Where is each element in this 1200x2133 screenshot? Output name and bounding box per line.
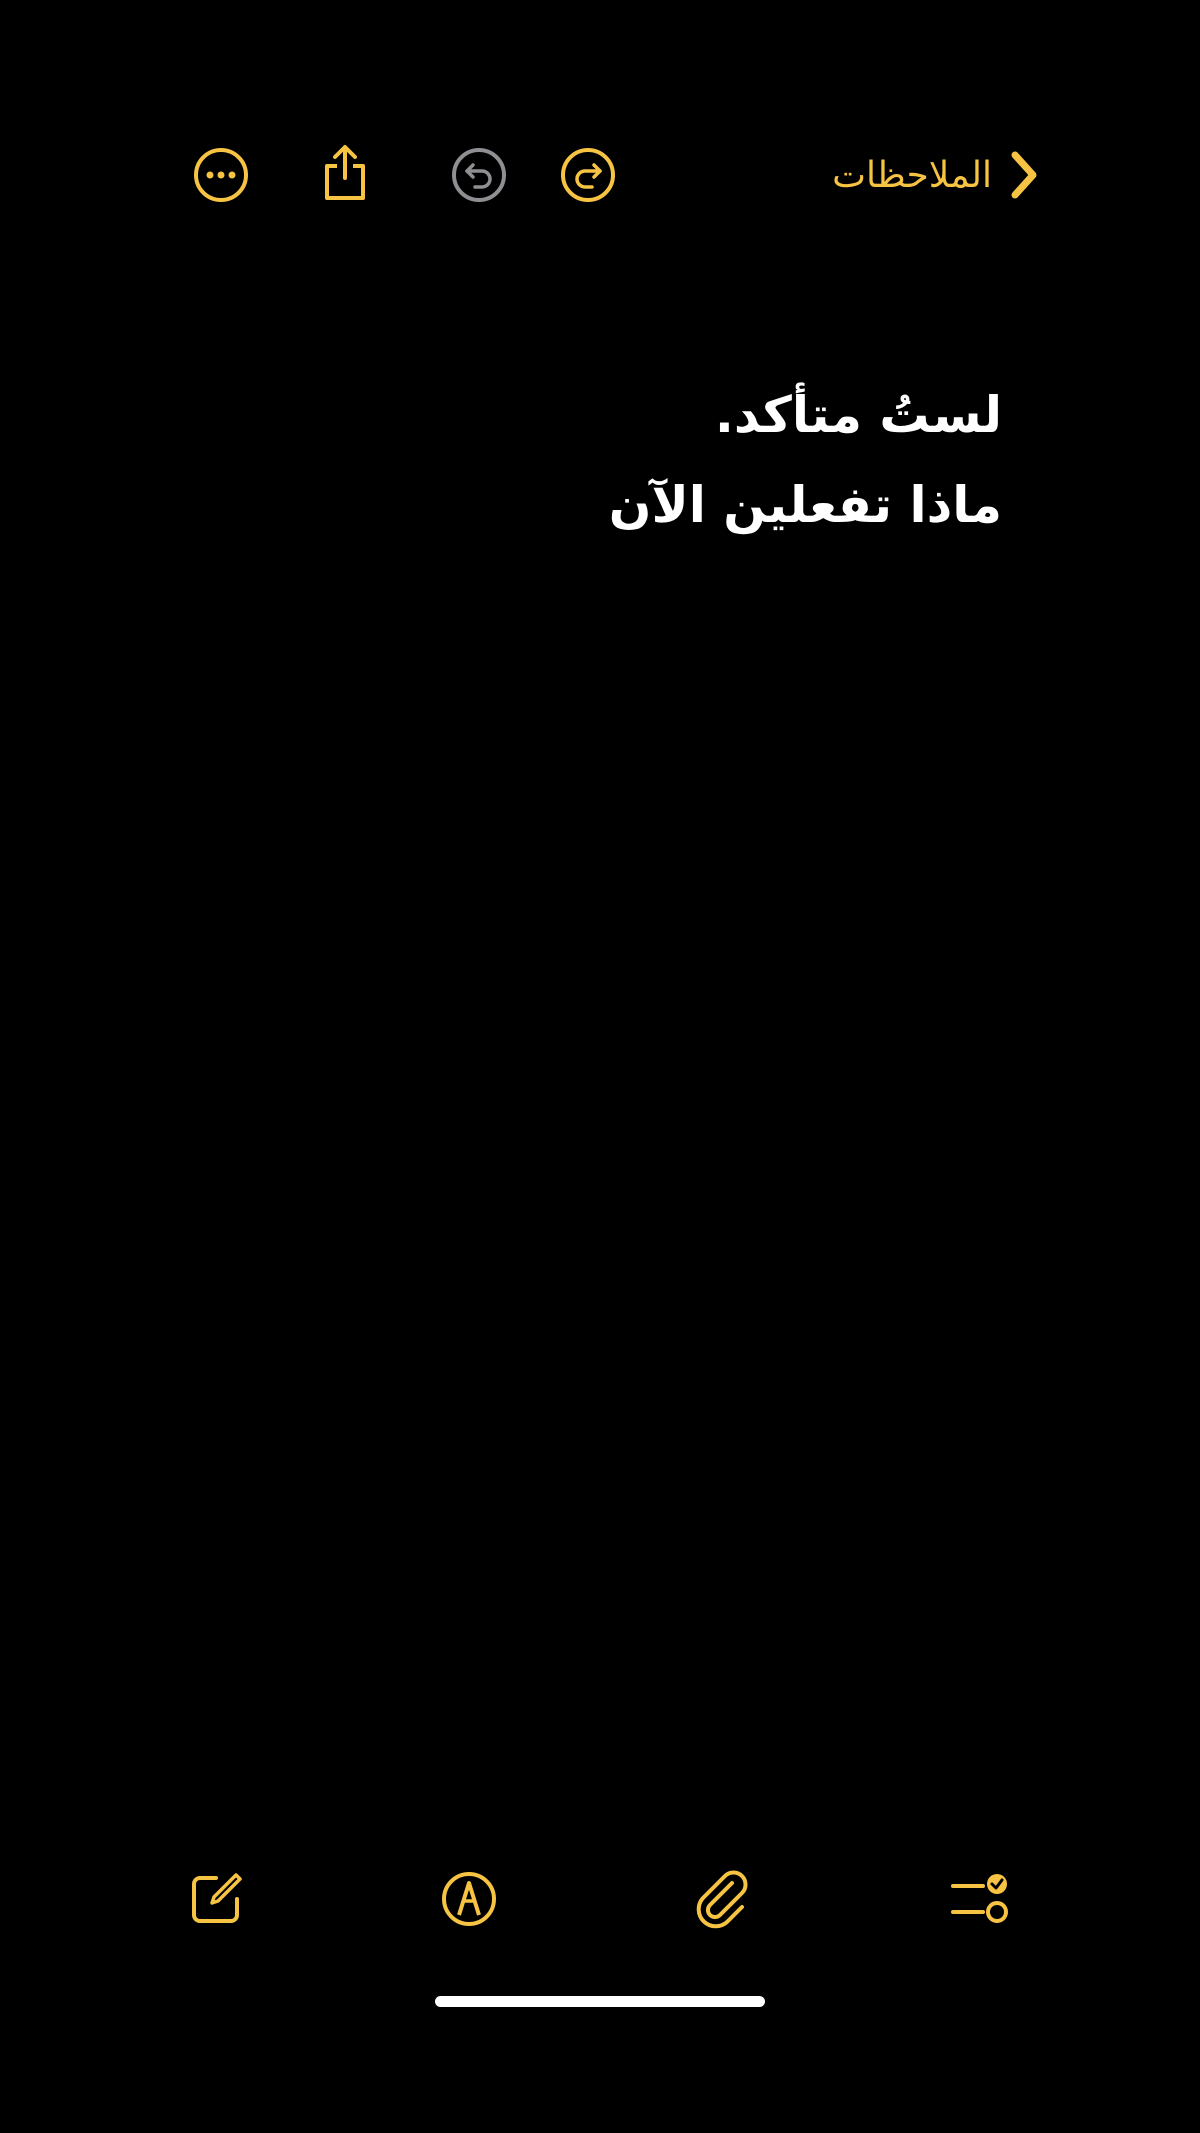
undo-icon [452, 148, 506, 202]
home-indicator[interactable] [435, 1996, 765, 2007]
share-icon [325, 145, 365, 200]
compose-button[interactable] [180, 1863, 252, 1935]
checklist-icon [951, 1874, 1008, 1923]
note-editor[interactable]: لستُ متأكد. ماذا تفعلين الآن [242, 370, 1002, 550]
top-toolbar: الملاحظات [0, 130, 1200, 220]
attachment-button[interactable] [686, 1863, 758, 1935]
chevron-right-icon [1006, 149, 1040, 201]
back-to-notes-button[interactable]: الملاحظات [832, 130, 1040, 220]
attachment-icon [696, 1870, 748, 1929]
bottom-toolbar [0, 1855, 1200, 1945]
back-label: الملاحظات [832, 154, 992, 196]
undo-button[interactable] [443, 139, 515, 211]
checklist-button[interactable] [943, 1863, 1015, 1935]
share-button[interactable] [309, 136, 381, 208]
compose-icon [192, 1873, 242, 1923]
redo-button[interactable] [552, 139, 624, 211]
more-icon [194, 148, 248, 202]
markup-icon [442, 1872, 496, 1926]
more-button[interactable] [185, 139, 257, 211]
note-line-1: لستُ متأكد. [714, 386, 1002, 444]
markup-button[interactable] [433, 1863, 505, 1935]
redo-icon [561, 148, 615, 202]
note-line-2: ماذا تفعلين الآن [608, 476, 1002, 534]
